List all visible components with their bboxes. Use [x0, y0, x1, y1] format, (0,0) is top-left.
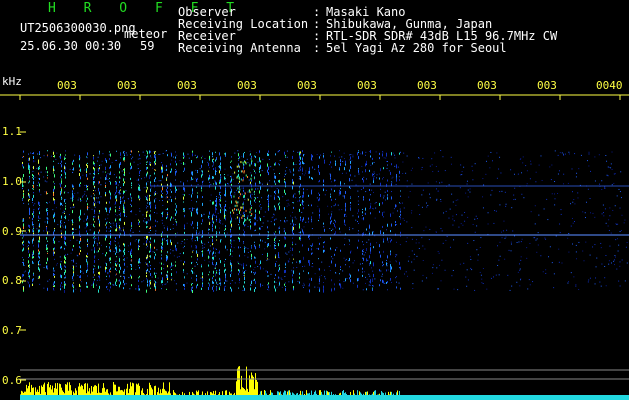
- x-tick-label: 003: [237, 79, 257, 92]
- spectrogram-signal: [20, 150, 629, 293]
- x-tick-label: 003: [417, 79, 437, 92]
- y-tick-label: 1.1: [2, 125, 22, 138]
- x-tick-label: 0040: [596, 79, 623, 92]
- x-tick-label: 003: [477, 79, 497, 92]
- value-antenna: 5el Yagi Az 280 for Seoul: [326, 41, 507, 55]
- x-tick-label: 003: [537, 79, 557, 92]
- datetime: 25.06.30 00:30: [20, 39, 122, 53]
- y-tick-label: 0.9: [2, 225, 22, 238]
- y-tick-label: 1.0: [2, 175, 22, 188]
- y-tick-label: 0.6: [2, 374, 22, 387]
- y-tick-label: 0.8: [2, 274, 22, 287]
- y-unit-label: kHz: [2, 75, 22, 88]
- count: 59: [140, 39, 155, 53]
- x-tick-label: 003: [297, 79, 317, 92]
- label-antenna: Receiving Antenna: [178, 41, 301, 55]
- activity-bars: [20, 366, 629, 400]
- x-tick-label: 003: [57, 79, 77, 92]
- y-tick-label: 0.7: [2, 324, 22, 337]
- colon: :: [313, 41, 321, 55]
- file-name: UT2506300030.png: [20, 21, 136, 35]
- x-tick-label: 003: [177, 79, 197, 92]
- spectrogram-canvas: [0, 94, 629, 400]
- x-tick-label: 003: [357, 79, 377, 92]
- x-tick-label: 003: [117, 79, 137, 92]
